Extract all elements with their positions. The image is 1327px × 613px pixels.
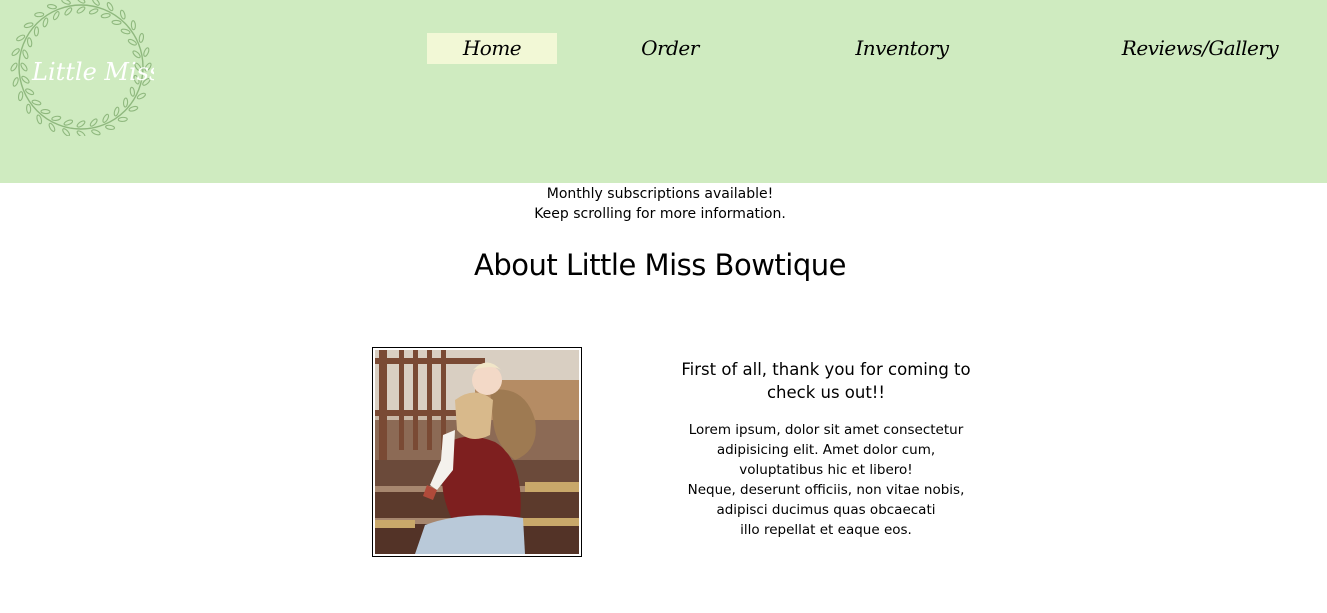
wreath-leaf: [51, 115, 62, 122]
wreath-leaf: [122, 97, 129, 108]
mother-and-baby-photo: [375, 350, 579, 554]
wreath-leaf: [106, 2, 114, 12]
about-body-line: Neque, deserunt officiis, non vitae nobi…: [687, 482, 965, 498]
wreath-leaf: [10, 62, 18, 72]
about-heading: First of all, thank you for coming to ch…: [681, 360, 971, 402]
about-title: About Little Miss Bowtique: [474, 248, 846, 282]
wreath-leaf: [31, 99, 42, 106]
wreath-leaf: [105, 124, 116, 131]
wreath-leaf: [143, 47, 150, 57]
wreath-leaf: [16, 34, 26, 42]
wreath-leaf: [12, 77, 19, 87]
wreath-leaf: [91, 129, 101, 136]
wreath-leaf: [62, 128, 71, 136]
about-body-line: illo repellat et eaque eos.: [740, 522, 912, 538]
wreath-leaf: [136, 92, 146, 100]
wreath-leaf: [17, 91, 24, 102]
wreath-leaf: [26, 103, 32, 114]
wreath-leaf: [117, 116, 128, 122]
wreath-leaf: [26, 37, 33, 48]
wreath-leaf: [128, 105, 139, 112]
wreath-leaf: [76, 0, 86, 4]
wreath-leaf: [21, 75, 30, 84]
about-body-line: Lorem ipsum, dolor sit amet consectetur: [688, 422, 964, 438]
site-header: Little Miss Home Order Inventory Reviews…: [0, 0, 1327, 183]
wreath-leaf: [46, 3, 57, 10]
about-photo: [372, 347, 582, 557]
wreath-leaf: [20, 62, 28, 72]
nav-home[interactable]: Home: [427, 33, 557, 64]
wreath-leaf: [76, 120, 86, 128]
wreath-leaf: [42, 17, 49, 28]
wreath-leaf: [120, 28, 131, 35]
wreath-leaf: [89, 118, 98, 127]
wreath-leaf: [111, 19, 122, 26]
nav-inventory[interactable]: Inventory: [852, 33, 952, 64]
wreath-leaf: [113, 106, 120, 117]
about-body: Lorem ipsum, dolor sit amet consectetur …: [676, 420, 976, 540]
wreath-leaf: [33, 26, 40, 37]
wreath-leaf: [119, 9, 126, 20]
wreath-leaf: [127, 38, 137, 46]
wreath-leaf: [100, 12, 111, 19]
wreath-leaf: [23, 22, 34, 29]
wreath-leaf: [48, 122, 56, 132]
announcement-line-1: Monthly subscriptions available!: [546, 186, 774, 202]
wreath-leaf: [91, 0, 100, 6]
about-body-line: adipisicing elit. Amet dolor cum,: [716, 442, 936, 458]
about-body-line: voluptatibus hic et libero!: [739, 462, 913, 478]
wreath-leaf: [11, 48, 20, 57]
wreath-leaf: [102, 113, 110, 123]
announcement-line-2: Keep scrolling for more information.: [534, 206, 786, 222]
about-body-line: adipisci ducimus quas obcaecati: [716, 502, 936, 518]
logo-text: Little Miss: [31, 58, 154, 86]
wreath-leaf: [52, 11, 60, 21]
wreath-leaf: [130, 20, 136, 31]
announcement: Monthly subscriptions available! Keep sc…: [0, 184, 1320, 224]
wreath-leaf: [63, 119, 74, 126]
wreath-leaf: [61, 0, 71, 5]
wreath-leaf: [76, 6, 86, 14]
wreath-leaf: [25, 88, 35, 96]
wreath-leaf: [22, 49, 29, 60]
wreath-leaf: [76, 130, 86, 136]
wreath-leaf: [88, 8, 99, 15]
wreath-leaf: [64, 7, 73, 16]
logo[interactable]: Little Miss: [8, 0, 154, 136]
nav-order[interactable]: Order: [630, 33, 710, 64]
wreath-leaf: [40, 108, 51, 115]
about-text: First of all, thank you for coming to ch…: [650, 358, 1002, 540]
wreath-leaf: [34, 12, 45, 18]
nav-reviews-gallery[interactable]: Reviews/Gallery: [1120, 33, 1280, 64]
wreath-leaf: [138, 32, 145, 43]
laurel-wreath-logo-icon: Little Miss: [10, 0, 154, 136]
wreath-leaf: [129, 86, 136, 97]
wreath-leaf: [36, 114, 43, 125]
